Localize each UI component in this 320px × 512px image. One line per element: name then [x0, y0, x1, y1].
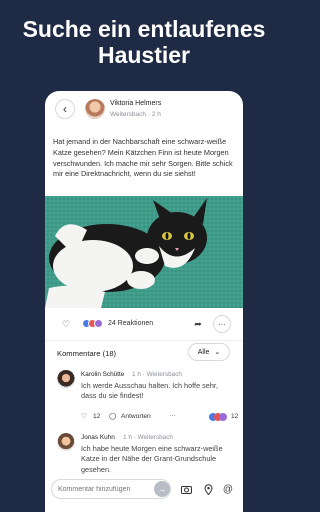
- post-text: Hat jemand in der Nachbarschaft eine sch…: [53, 137, 233, 179]
- reaction-purple-icon: [94, 319, 103, 328]
- comment-input[interactable]: [51, 479, 171, 499]
- camera-button[interactable]: [179, 482, 193, 496]
- comment-avatar[interactable]: [57, 433, 75, 451]
- more-horizontal-icon: ···: [218, 319, 226, 329]
- share-button[interactable]: ➦: [191, 317, 205, 331]
- more-options-button[interactable]: ···: [213, 315, 231, 333]
- send-button[interactable]: →: [154, 481, 170, 497]
- comment-actions: ♡ 12 ◯ Antworten ··· 12: [81, 412, 241, 424]
- back-button[interactable]: ‹: [55, 99, 75, 119]
- comment-bar: → @: [45, 479, 243, 512]
- reactions-count[interactable]: 24 Reaktionen: [108, 320, 153, 327]
- at-sign-icon: @: [222, 483, 234, 495]
- cat-photo[interactable]: [45, 196, 243, 308]
- comment-text: Ich werde Ausschau halten. Ich hoffe seh…: [81, 381, 218, 401]
- divider: [45, 340, 243, 341]
- speech-bubble-icon[interactable]: ◯: [109, 412, 116, 420]
- comment-item: Karolin Schütte 1 h · Weitersbach Ich we…: [45, 370, 243, 430]
- headline: Suche ein entlaufenes Haustier: [22, 16, 266, 68]
- mention-button[interactable]: @: [221, 482, 235, 496]
- location-pin-icon: [203, 483, 213, 495]
- camera-icon: [180, 485, 192, 494]
- comment-item: Jonas Kuhn 1 h · Weitersbach Ich habe he…: [45, 433, 243, 479]
- comments-title: Kommentare (18): [57, 349, 117, 358]
- arrow-right-icon: →: [157, 484, 167, 494]
- comment-author[interactable]: Jonas Kuhn: [81, 434, 115, 441]
- author-avatar[interactable]: [85, 99, 105, 119]
- author-meta: Weitersbach · 2 h: [110, 111, 161, 118]
- chevron-left-icon: ‹: [63, 102, 67, 116]
- phone-screen: ‹ Viktoria Helmers Weitersbach · 2 h Hat…: [45, 91, 243, 512]
- comment-text: Ich habe heute Morgen eine schwarz-weiße…: [81, 444, 223, 474]
- share-arrow-icon: ➦: [194, 318, 202, 329]
- heart-icon[interactable]: ♡: [81, 412, 87, 420]
- sort-label: Alle: [197, 348, 210, 356]
- more-horizontal-icon[interactable]: ···: [169, 412, 176, 419]
- comment-sort-dropdown[interactable]: Alle ⌄: [188, 343, 230, 361]
- chevron-down-icon: ⌄: [214, 349, 221, 356]
- comment-reactions-count: 12: [231, 413, 239, 420]
- author-name[interactable]: Viktoria Helmers: [110, 100, 161, 107]
- comment-meta: 1 h · Weitersbach: [132, 371, 182, 378]
- comment-author[interactable]: Karolin Schütte: [81, 371, 124, 378]
- heart-icon: ♡: [61, 318, 71, 329]
- comment-avatar[interactable]: [57, 370, 75, 388]
- post-actions: ♡ 24 Reaktionen ➦ ···: [45, 315, 243, 333]
- location-button[interactable]: [201, 482, 215, 496]
- comment-meta: 1 h · Weitersbach: [123, 434, 173, 441]
- author-location: Weitersbach: [110, 111, 147, 118]
- post-time: 2 h: [151, 111, 161, 118]
- post-header: ‹ Viktoria Helmers Weitersbach · 2 h: [45, 91, 243, 127]
- comment-likes: 12: [93, 413, 101, 420]
- reaction-icons[interactable]: [209, 413, 229, 422]
- reply-button[interactable]: Antworten: [121, 413, 151, 420]
- reaction-icons[interactable]: [82, 319, 106, 329]
- like-button[interactable]: ♡: [59, 317, 73, 331]
